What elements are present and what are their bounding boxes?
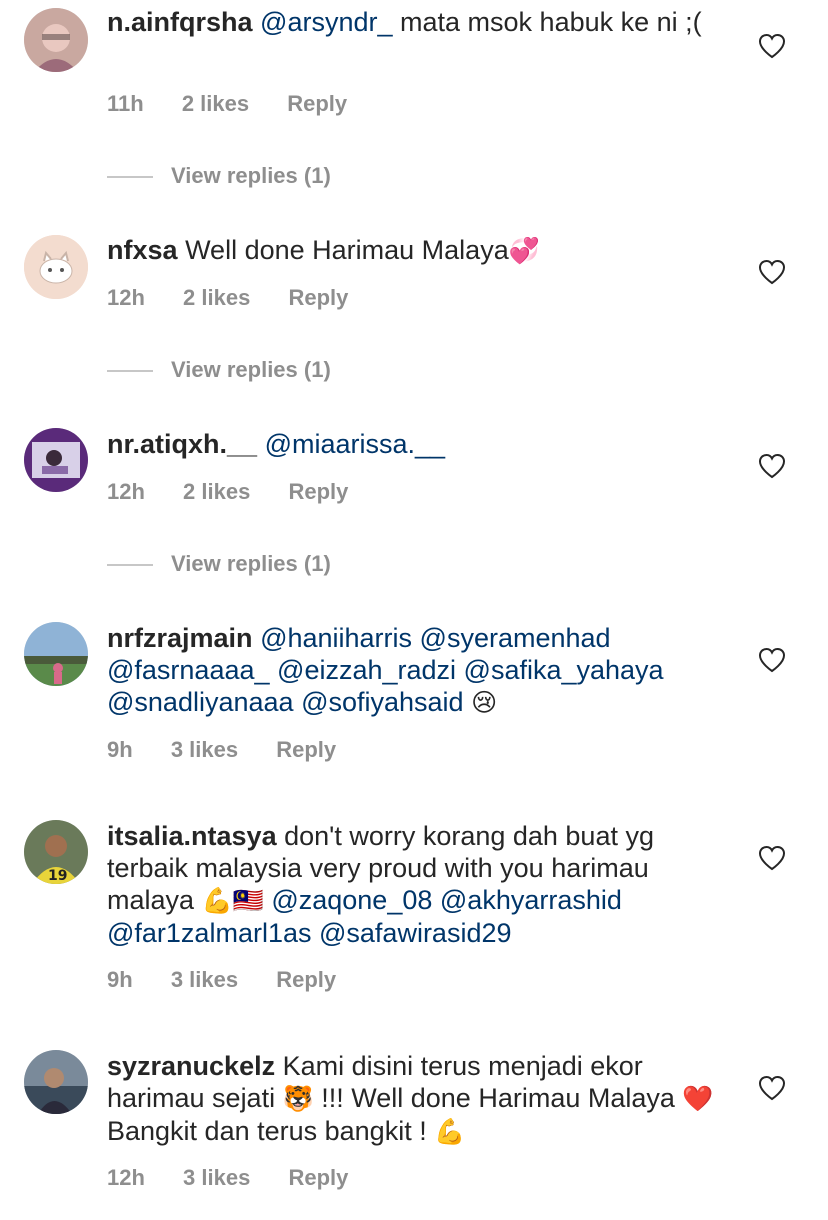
emoji: ❤️ — [682, 1084, 714, 1113]
likes-count[interactable]: 2 likes — [183, 479, 250, 504]
view-replies-button[interactable]: View replies (1) — [107, 357, 331, 383]
likes-count[interactable]: 2 likes — [182, 91, 249, 116]
comment-meta: 9h 3 likes Reply — [107, 967, 368, 993]
username[interactable]: itsalia.ntasya — [107, 821, 277, 851]
comment-body-text: mata msok habuk ke ni ;( — [392, 7, 702, 37]
emoji: 🐯 — [282, 1084, 314, 1113]
username[interactable]: nrfzrajmain — [107, 623, 253, 653]
likes-count[interactable]: 3 likes — [183, 1165, 250, 1190]
divider-line — [107, 176, 153, 179]
comment-body-text — [311, 918, 319, 948]
timestamp: 9h — [107, 737, 133, 762]
divider-line — [107, 564, 153, 567]
comment-meta: 9h 3 likes Reply — [107, 737, 368, 763]
emoji: 💪 — [434, 1117, 466, 1146]
comment-text: syzranuckelz Kami disini terus menjadi e… — [107, 1050, 727, 1148]
avatar[interactable] — [24, 8, 88, 72]
avatar[interactable] — [24, 622, 88, 686]
comment-text: nr.atiqxh.__ @miaarissa.__ — [107, 428, 727, 460]
username[interactable]: nr.atiqxh.__ — [107, 429, 257, 459]
heart-outline-icon[interactable] — [758, 647, 786, 673]
view-replies-label: View replies (1) — [171, 357, 331, 382]
timestamp: 12h — [107, 1165, 145, 1190]
comment-meta: 12h 2 likes Reply — [107, 479, 380, 505]
comment-body-text: Well done Harimau Malaya — [185, 235, 509, 265]
comment-text: nrfzrajmain @haniiharris @syeramenhad @f… — [107, 622, 727, 719]
comment-body-text — [412, 623, 420, 653]
username[interactable]: syzranuckelz — [107, 1051, 275, 1081]
mention-link[interactable]: @sofiyahsaid — [301, 687, 464, 717]
reply-button[interactable]: Reply — [287, 91, 347, 116]
comment-body-text: Bangkit dan terus bangkit ! — [107, 1116, 435, 1146]
reply-button[interactable]: Reply — [288, 1165, 348, 1190]
comment-body-text — [270, 655, 278, 685]
comment-text: itsalia.ntasya don't worry korang dah bu… — [107, 820, 727, 949]
mention-link[interactable]: @zaqone_08 — [271, 885, 432, 915]
heart-outline-icon[interactable] — [758, 845, 786, 871]
timestamp: 9h — [107, 967, 133, 992]
likes-count[interactable]: 3 likes — [171, 967, 238, 992]
comment-meta: 11h 2 likes Reply — [107, 91, 379, 117]
likes-count[interactable]: 2 likes — [183, 285, 250, 310]
mention-link[interactable]: @syeramenhad — [420, 623, 611, 653]
mention-link[interactable]: @miaarissa.__ — [265, 429, 445, 459]
mention-link[interactable]: @safika_yahaya — [464, 655, 664, 685]
mention-link[interactable]: @far1zalmarl1as — [107, 918, 311, 948]
heart-outline-icon[interactable] — [758, 33, 786, 59]
comment-meta: 12h 2 likes Reply — [107, 285, 380, 311]
avatar[interactable] — [24, 428, 88, 492]
timestamp: 12h — [107, 285, 145, 310]
emoji: 💪🇲🇾 — [201, 886, 264, 915]
avatar[interactable] — [24, 235, 88, 299]
emoji: 💞 — [508, 236, 540, 265]
svg-text:19: 19 — [48, 868, 67, 884]
heart-outline-icon[interactable] — [758, 1075, 786, 1101]
mention-link[interactable]: @haniiharris — [260, 623, 412, 653]
divider-line — [107, 370, 153, 373]
mention-link[interactable]: @arsyndr_ — [260, 7, 392, 37]
emoji: 😢 — [471, 688, 498, 717]
username[interactable]: n.ainfqrsha — [107, 7, 253, 37]
comment-body-text — [294, 687, 302, 717]
reply-button[interactable]: Reply — [288, 479, 348, 504]
view-replies-label: View replies (1) — [171, 163, 331, 188]
heart-outline-icon[interactable] — [758, 453, 786, 479]
avatar[interactable]: 19 — [24, 820, 88, 884]
mention-link[interactable]: @akhyarrashid — [440, 885, 622, 915]
mention-link[interactable]: @safawirasid29 — [319, 918, 512, 948]
view-replies-button[interactable]: View replies (1) — [107, 551, 331, 577]
comment-text: n.ainfqrsha @arsyndr_ mata msok habuk ke… — [107, 6, 727, 38]
comment-text: nfxsa Well done Harimau Malaya💞 — [107, 234, 727, 267]
reply-button[interactable]: Reply — [288, 285, 348, 310]
timestamp: 12h — [107, 479, 145, 504]
comment-body-text — [456, 655, 464, 685]
comment-body-text — [432, 885, 440, 915]
view-replies-button[interactable]: View replies (1) — [107, 163, 331, 189]
mention-link[interactable]: @fasrnaaaa_ — [107, 655, 270, 685]
heart-outline-icon[interactable] — [758, 259, 786, 285]
username[interactable]: nfxsa — [107, 235, 178, 265]
likes-count[interactable]: 3 likes — [171, 737, 238, 762]
timestamp: 11h — [107, 91, 144, 116]
avatar[interactable] — [24, 1050, 88, 1114]
comment-meta: 12h 3 likes Reply — [107, 1165, 380, 1191]
mention-link[interactable]: @eizzah_radzi — [277, 655, 456, 685]
reply-button[interactable]: Reply — [276, 967, 336, 992]
view-replies-label: View replies (1) — [171, 551, 331, 576]
reply-button[interactable]: Reply — [276, 737, 336, 762]
comment-body-text: !!! Well done Harimau Malaya — [313, 1083, 683, 1113]
mention-link[interactable]: @snadliyanaaa — [107, 687, 294, 717]
comment-body-text — [464, 687, 472, 717]
